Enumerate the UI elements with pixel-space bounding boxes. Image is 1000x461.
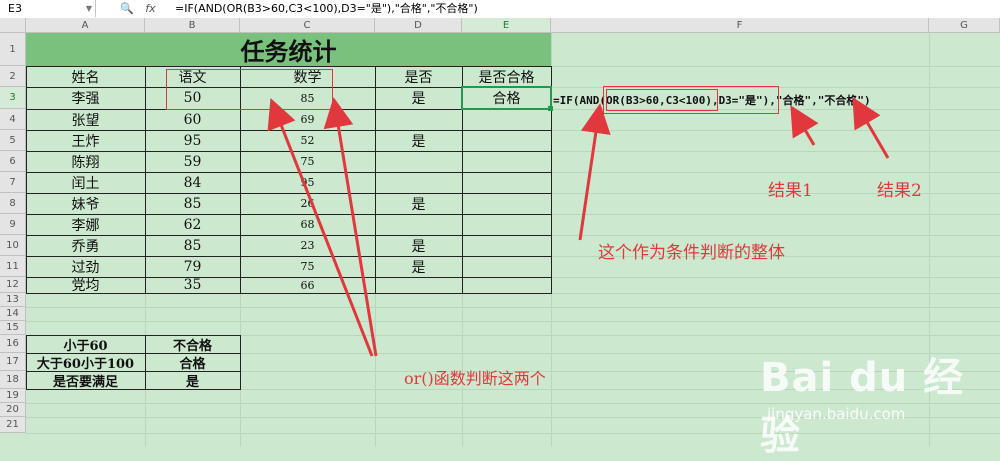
watermark-url: jingyan.baidu.com bbox=[767, 405, 906, 423]
annotation-condition: 这个作为条件判断的整体 bbox=[598, 243, 785, 263]
baidu-watermark: Bai du 经验 bbox=[760, 345, 1000, 461]
annotation-result1: 结果1 bbox=[768, 181, 813, 201]
annotation-or-note: or()函数判断这两个 bbox=[404, 369, 546, 388]
annotation-result2: 结果2 bbox=[877, 181, 922, 201]
arrow-result2 bbox=[852, 97, 890, 159]
arrow-or-to-b3 bbox=[267, 98, 374, 357]
arrow-result1 bbox=[790, 105, 819, 146]
arrow-condition bbox=[578, 103, 611, 241]
